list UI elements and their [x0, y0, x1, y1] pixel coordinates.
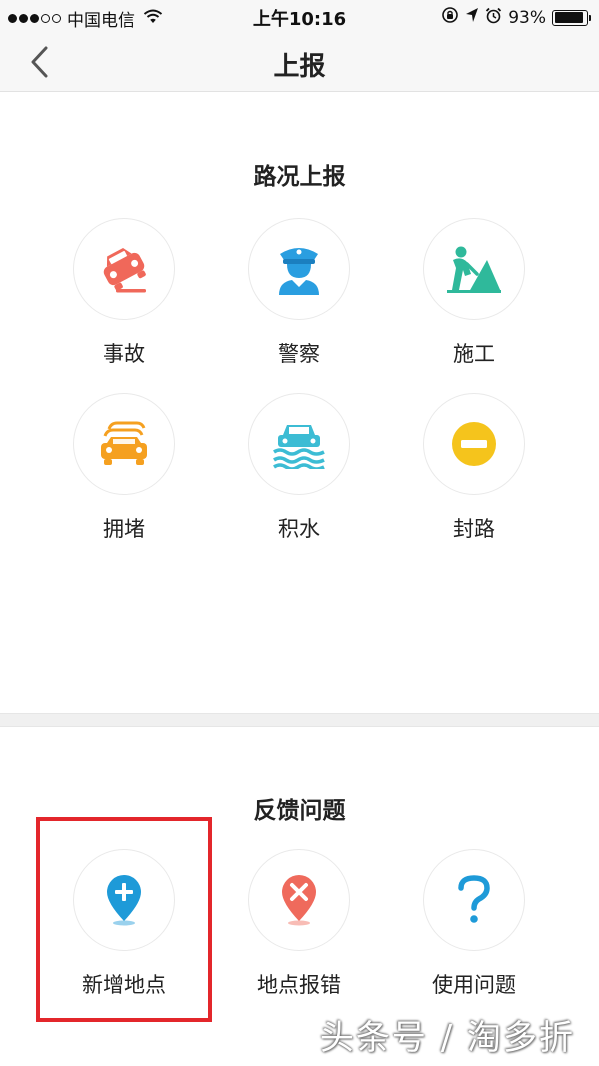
- accident-label: 事故: [103, 342, 145, 366]
- add-location-button[interactable]: 新增地点: [54, 849, 194, 999]
- traffic-jam-icon: [101, 421, 147, 465]
- report-traffic-jam-button[interactable]: 拥堵: [54, 393, 194, 543]
- report-accident-button[interactable]: 事故: [54, 218, 194, 368]
- road-closed-icon: [452, 422, 496, 466]
- usage-question-button[interactable]: 使用问题: [404, 849, 544, 999]
- construction-icon: [447, 246, 501, 293]
- road-closed-circle: [423, 393, 525, 495]
- flood-circle: [248, 393, 350, 495]
- rotation-lock-icon: [441, 6, 459, 29]
- traffic-jam-label: 拥堵: [103, 517, 145, 541]
- police-icon: [279, 248, 319, 295]
- navigation-bar: 上报: [0, 32, 599, 92]
- flood-label: 积水: [278, 517, 320, 541]
- police-label: 警察: [278, 342, 320, 366]
- road-report-title: 路况上报: [253, 164, 346, 190]
- construction-circle: [423, 218, 525, 320]
- location-arrow-icon: [465, 7, 479, 28]
- location-error-label: 地点报错: [257, 973, 341, 997]
- usage-question-circle: [423, 849, 525, 951]
- status-right: 93%: [441, 6, 591, 29]
- report-police-button[interactable]: 警察: [229, 218, 369, 368]
- status-bar: 中国电信 上午10:16 93%: [0, 0, 599, 32]
- location-error-button[interactable]: 地点报错: [229, 849, 369, 999]
- road-report-section: 路况上报 事故 警察 施工 拥堵 积水 封路: [0, 93, 599, 713]
- feedback-title: 反馈问题: [253, 798, 346, 824]
- usage-question-label: 使用问题: [432, 973, 516, 997]
- construction-label: 施工: [453, 342, 495, 366]
- watermark-text: 头条号 / 淘多折: [319, 1018, 575, 1058]
- police-circle: [248, 218, 350, 320]
- report-road-closed-button[interactable]: 封路: [404, 393, 544, 543]
- accident-car-icon: [103, 247, 146, 293]
- battery-percent: 93%: [508, 7, 546, 28]
- accident-circle: [73, 218, 175, 320]
- location-error-circle: [248, 849, 350, 951]
- add-location-icon: [107, 875, 141, 926]
- back-button[interactable]: [22, 42, 62, 82]
- location-error-icon: [282, 875, 316, 926]
- alarm-icon: [485, 7, 502, 29]
- road-closed-label: 封路: [453, 517, 495, 541]
- battery-icon: [552, 9, 591, 26]
- section-divider: [0, 713, 599, 727]
- report-flood-button[interactable]: 积水: [229, 393, 369, 543]
- flood-icon: [273, 425, 325, 469]
- add-location-circle: [73, 849, 175, 951]
- report-construction-button[interactable]: 施工: [404, 218, 544, 368]
- add-location-label: 新增地点: [82, 973, 166, 997]
- traffic-jam-circle: [73, 393, 175, 495]
- chevron-left-icon: [31, 46, 48, 78]
- page-title: 上报: [273, 52, 326, 82]
- question-icon: [458, 875, 490, 923]
